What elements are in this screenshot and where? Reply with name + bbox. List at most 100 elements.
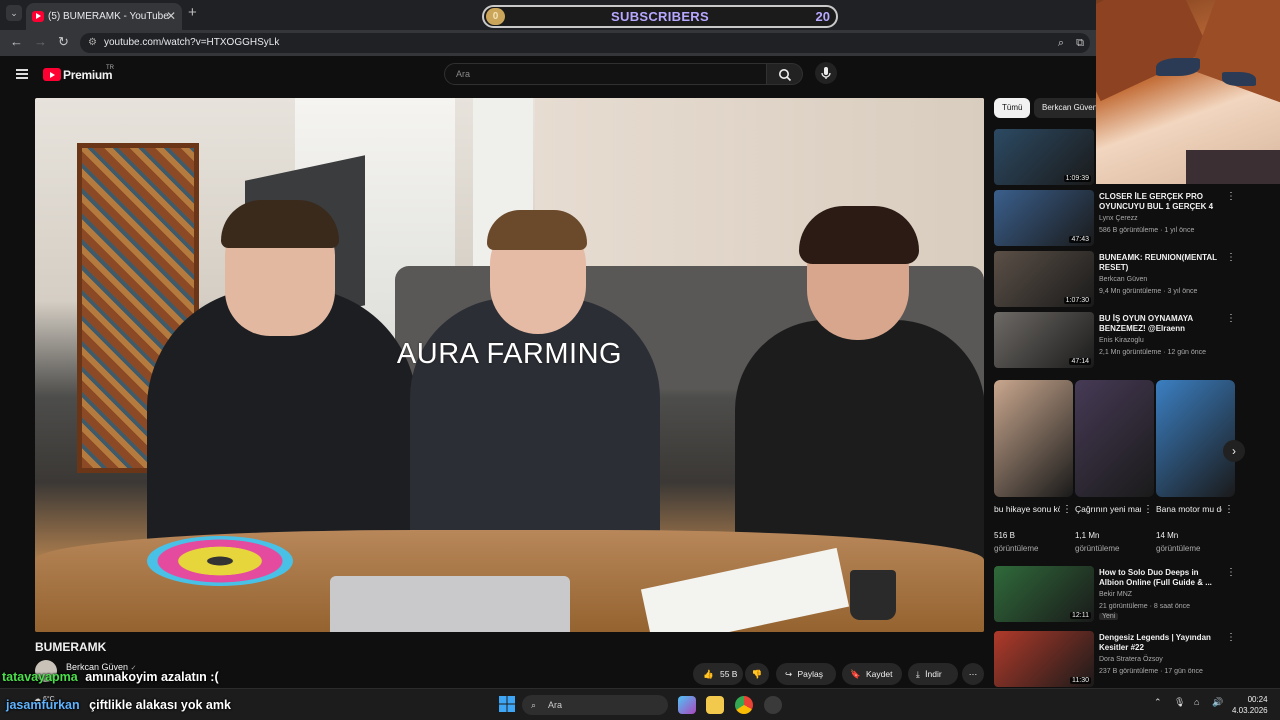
volume-icon[interactable]: 🔊: [1212, 697, 1223, 708]
kebab-menu-icon[interactable]: ⋮: [1226, 632, 1236, 643]
zoom-icon[interactable]: ⌕: [1058, 33, 1064, 53]
shorts-views: 14 Mn: [1156, 531, 1179, 540]
video-thumbnail: 12:11: [994, 566, 1094, 622]
kebab-menu-icon[interactable]: ⋮: [1226, 191, 1236, 202]
search-icon: [778, 69, 791, 82]
clock[interactable]: 00:24 4.03.2026: [1232, 694, 1268, 716]
shorts-views-label: görüntüleme: [1156, 544, 1201, 553]
taskbar-search[interactable]: ⌕ Ara: [522, 695, 668, 715]
like-count: 55 B: [719, 669, 738, 679]
taskbar-search-label: Ara: [548, 700, 563, 710]
chat-username: tatavayapma: [2, 670, 78, 684]
kebab-menu-icon[interactable]: ⋮: [1226, 252, 1236, 263]
youtube-logo-icon[interactable]: [43, 68, 61, 81]
url-text: youtube.com/watch?v=HTXOGGHSyLk: [104, 37, 280, 48]
channel-name: Lynx Çerezz: [1099, 215, 1138, 222]
chrome-icon[interactable]: [735, 696, 753, 714]
list-item[interactable]: 11:30 Dengesiz Legends | Yayından Kesitl…: [994, 631, 1236, 687]
back-icon[interactable]: ←: [10, 34, 23, 49]
channel-name: Bekir MNZ: [1099, 591, 1133, 598]
browser-tab[interactable]: (5) BUMERAMK - YouTube ✕: [26, 3, 182, 30]
video-title: CLOSER İLE GERÇEK PRO OYUNCUYU BUL 1 GER…: [1099, 192, 1214, 211]
address-bar[interactable]: ⚙ youtube.com/watch?v=HTXOGGHSyLk ⌕ ⧉: [80, 33, 1090, 53]
duration-badge: 1:09:39: [1063, 175, 1091, 182]
network-icon[interactable]: ⌂: [1194, 697, 1199, 707]
list-item[interactable]: 1:07:30 BUNEAMK: REUNION(MENTAL RESET) B…: [994, 251, 1236, 307]
tray-overflow-icon[interactable]: ⌃: [1154, 697, 1162, 708]
video-title: Dengesiz Legends | Yayından Kesitler #22: [1099, 633, 1211, 652]
voice-search-button[interactable]: [815, 62, 837, 84]
windows-start-icon[interactable]: [499, 696, 517, 714]
clock-time: 00:24: [1247, 695, 1268, 704]
duration-badge: 47:43: [1069, 236, 1091, 243]
tab-list-button[interactable]: ⌄: [6, 5, 22, 21]
channel-name: Dora Stratera Özsoy: [1099, 656, 1163, 663]
file-explorer-icon[interactable]: [706, 696, 724, 714]
video-meta: 237 B görüntüleme · 17 gün önce: [1099, 668, 1203, 675]
search-input[interactable]: Ara: [444, 63, 767, 85]
share-icon: ↪: [785, 669, 793, 679]
kebab-menu-icon[interactable]: ⋮: [1224, 504, 1234, 515]
shorts-views-label: görüntüleme: [1075, 544, 1120, 553]
search-icon: ⌕: [531, 700, 537, 710]
chip-channel[interactable]: Berkcan Güven: [1034, 98, 1106, 118]
save-button[interactable]: 🔖 Kaydet: [842, 663, 902, 685]
windows-logo-icon: [499, 696, 515, 712]
duration-badge: 12:11: [1070, 612, 1091, 619]
cast-icon[interactable]: ⧉: [1076, 33, 1084, 53]
list-item[interactable]: 47:14 BU İŞ OYUN OYNAMAYA BENZEMEZ! @Elr…: [994, 312, 1236, 368]
chat-text: çiftlikle alakası yok amk: [89, 698, 231, 712]
streamer-avatar-overlay: [1096, 0, 1280, 184]
video-thumbnail: 11:30: [994, 631, 1094, 687]
menu-icon[interactable]: [16, 69, 28, 79]
list-item[interactable]: 47:43 CLOSER İLE GERÇEK PRO OYUNCUYU BUL…: [994, 190, 1236, 246]
new-tab-button[interactable]: +: [188, 4, 197, 21]
kebab-menu-icon[interactable]: ⋮: [1226, 313, 1236, 324]
forward-icon[interactable]: →: [34, 34, 47, 49]
dislike-button[interactable]: 👎: [745, 663, 769, 685]
obs-icon[interactable]: [764, 696, 782, 714]
video-meta: 9,4 Mn görüntüleme · 3 yıl önce: [1099, 288, 1198, 295]
video-overlay-caption: AURA FARMING: [396, 338, 623, 370]
save-label: Kaydet: [865, 669, 893, 679]
address-toolbar: ← → ↻ ⚙ youtube.com/watch?v=HTXOGGHSyLk …: [0, 30, 1096, 56]
kebab-menu-icon[interactable]: ⋮: [1062, 504, 1072, 515]
channel-name: Berkcan Güven: [1099, 276, 1148, 283]
video-thumbnail: 1:09:39: [994, 129, 1094, 185]
site-info-icon[interactable]: ⚙: [88, 33, 97, 53]
close-tab-icon[interactable]: ✕: [166, 3, 176, 30]
subscriber-goal-bar: 0 SUBSCRIBERS 20: [482, 5, 838, 28]
reload-icon[interactable]: ↻: [58, 34, 69, 50]
share-label: Paylaş: [797, 669, 824, 679]
microphone-tray-icon[interactable]: 🎙: [1174, 697, 1185, 708]
shorts-next-button[interactable]: ›: [1223, 440, 1245, 462]
chat-message: jasamfurkan çiftlikle alakası yok amk: [6, 698, 231, 712]
search-button[interactable]: [767, 63, 803, 85]
video-thumbnail: 47:43: [994, 190, 1094, 246]
tab-title: (5) BUMERAMK - YouTube: [48, 11, 169, 22]
video-thumbnail: 47:14: [994, 312, 1094, 368]
download-button[interactable]: ⤓ İndir: [908, 663, 958, 685]
shorts-views: 516 B: [994, 531, 1015, 540]
kebab-menu-icon[interactable]: ⋮: [1226, 567, 1236, 578]
video-title: BU İŞ OYUN OYNAMAYA BENZEMEZ! @Elraenn Y…: [1099, 314, 1193, 333]
download-label: İndir: [925, 669, 942, 679]
video-meta: 2,1 Mn görüntüleme · 12 gün önce: [1099, 349, 1207, 356]
copilot-icon[interactable]: [678, 696, 696, 714]
duration-badge: 47:14: [1069, 358, 1091, 365]
download-icon: ⤓: [916, 669, 920, 679]
kebab-menu-icon[interactable]: ⋮: [1143, 504, 1153, 515]
more-actions-button[interactable]: ⋯: [962, 663, 984, 685]
list-item[interactable]: 12:11 How to Solo Duo Deeps in Albion On…: [994, 566, 1236, 622]
duration-badge: 1:07:30: [1063, 297, 1091, 304]
video-player[interactable]: AURA FARMING: [35, 98, 984, 632]
share-button[interactable]: ↪ Paylaş: [776, 663, 836, 685]
microphone-icon: [821, 67, 831, 79]
like-button[interactable]: 👍 55 B: [693, 663, 743, 685]
youtube-premium-logo[interactable]: Premium: [63, 68, 113, 82]
video-title: BUNEAMK: REUNION(MENTAL RESET): [1099, 253, 1217, 272]
shorts-views-label: görüntüleme: [994, 544, 1039, 553]
subscriber-goal-label: SUBSCRIBERS: [611, 9, 709, 24]
chip-all[interactable]: Tümü: [994, 98, 1031, 118]
dislike-icon: 👎: [751, 669, 763, 679]
